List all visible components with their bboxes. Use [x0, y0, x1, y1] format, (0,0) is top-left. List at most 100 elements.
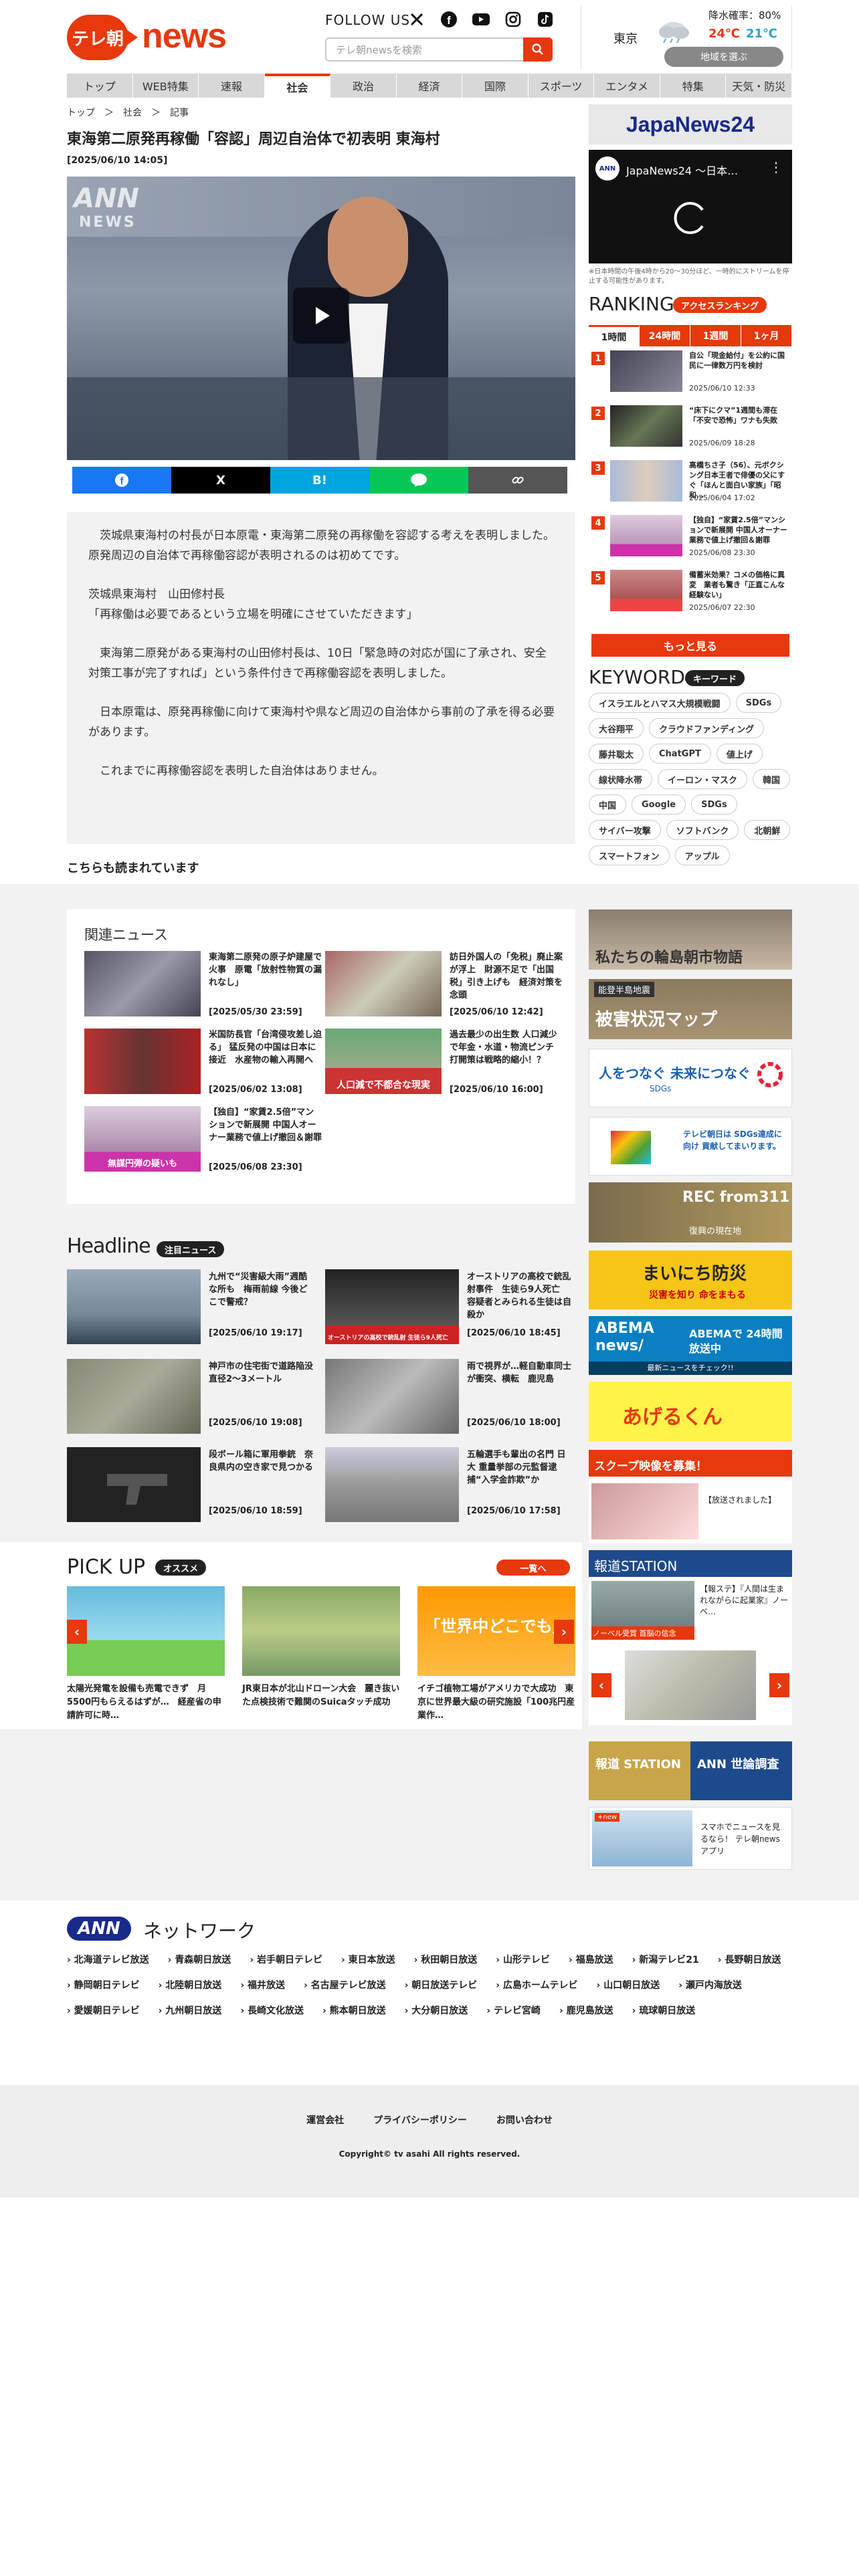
network-station-link[interactable]: 北海道テレビ放送: [67, 1953, 149, 1966]
nav-item-0[interactable]: トップ: [67, 74, 133, 98]
keyword-chip[interactable]: ChatGPT: [649, 744, 711, 764]
poll-banner[interactable]: 報道 STATION ANN 世論調査: [589, 1741, 792, 1800]
related-item[interactable]: 米国防長官「台湾侵攻差し迫る」 猛反発の中国は日本に接近 水産物の輸入再開へ [2…: [84, 1029, 325, 1098]
network-station-link[interactable]: 朝日放送テレビ: [405, 1978, 477, 1992]
keyword-chip[interactable]: イーロン・マスク: [658, 769, 748, 789]
related-item[interactable]: 東海第二原発の原子炉建屋で火事 原電「放射性物質の漏れなし」 [2025/05/3…: [84, 951, 325, 1021]
wajima-banner[interactable]: 私たちの輪島朝市物語: [589, 909, 792, 970]
video-player[interactable]: ANN NEWS: [67, 177, 575, 460]
network-station-link[interactable]: テレビ宮崎: [486, 2004, 541, 2017]
pickup-more-button[interactable]: 一覧へ: [496, 1560, 570, 1576]
keyword-chip[interactable]: ソフトバンク: [666, 820, 739, 840]
network-station-link[interactable]: 鹿児島放送: [559, 2004, 613, 2017]
hodo-prev-button[interactable]: ‹: [591, 1673, 611, 1697]
x-share-button[interactable]: X: [171, 467, 270, 494]
keyword-chip[interactable]: 中国: [589, 794, 627, 815]
tab-1month[interactable]: 1ヶ月: [741, 325, 792, 346]
ranking-item[interactable]: 3 高橋ちさ子（56）、元ボクシング日本王者で俳優の父にすぐ「ほんと面白い家族」「…: [589, 457, 792, 507]
play-button[interactable]: [293, 288, 349, 344]
keyword-chip[interactable]: SDGs: [691, 794, 737, 815]
nav-item-2[interactable]: 速報: [199, 74, 265, 98]
site-logo[interactable]: テレ朝 news: [67, 12, 227, 63]
hodo-next-button[interactable]: ›: [769, 1673, 789, 1697]
pickup-item[interactable]: 「世界中どこでも」 イチゴ植物工場がアメリカで大成功 東京に世界最大級の研究施設「…: [417, 1586, 575, 1721]
headline-item[interactable]: 五輪選手も輩出の名門 日大 重量挙部の元監督逮捕“入学金詐欺”か [2025/06…: [325, 1447, 574, 1525]
nav-item-3[interactable]: 社会: [264, 74, 331, 98]
ranking-item[interactable]: 2 “床下にクマ”1週間も滞在「不安で恐怖」ワナも失敗 2025/06/09 18:…: [589, 403, 792, 452]
keyword-chip[interactable]: SDGs: [735, 693, 782, 713]
network-station-link[interactable]: 琉球朝日放送: [632, 2004, 695, 2017]
footer-link-company[interactable]: 運営会社: [306, 2113, 344, 2127]
more-vert-icon[interactable]: ⋮: [769, 159, 783, 175]
network-station-link[interactable]: 山口朝日放送: [597, 1978, 660, 1992]
related-item[interactable]: 人口減で不都合な現実 過去最少の出生数 人口減少で年金・水道・物流ピンチ 打開策は…: [325, 1029, 566, 1098]
pickup-next-button[interactable]: ›: [554, 1620, 574, 1644]
network-station-link[interactable]: 青森朝日放送: [168, 1953, 231, 1966]
hatena-share-button[interactable]: B!: [270, 467, 369, 494]
keyword-chip[interactable]: クラウドファンディング: [649, 718, 765, 738]
ranking-item[interactable]: 5 備蓄米効果？コメの価格に異変 業者も驚き「正直こんな経験ない」 2025/06/…: [589, 567, 792, 617]
bousai-banner[interactable]: まいにち防災 災害を知り 命をまもる: [589, 1251, 792, 1309]
noto-damage-map-banner[interactable]: 能登半島地震 被害状況マップ: [589, 979, 792, 1039]
sdgs-banner[interactable]: 人をつなぐ 未来につなぐ SDGs: [589, 1049, 792, 1107]
footer-link-contact[interactable]: お問い合わせ: [496, 2113, 553, 2127]
pickup-prev-button[interactable]: ‹: [67, 1620, 87, 1644]
nav-item-9[interactable]: 特集: [660, 74, 727, 98]
nav-item-4[interactable]: 政治: [330, 74, 397, 98]
tiktok-icon[interactable]: [535, 9, 555, 29]
network-station-link[interactable]: 東日本放送: [341, 1953, 395, 1966]
nav-item-5[interactable]: 経済: [397, 74, 463, 98]
nav-item-8[interactable]: エンタメ: [594, 74, 660, 98]
tab-1hour[interactable]: 1時間: [589, 325, 640, 346]
search-button[interactable]: [523, 37, 553, 62]
tab-24hours[interactable]: 24時間: [640, 325, 690, 346]
network-station-link[interactable]: 長崎文化放送: [240, 2004, 304, 2017]
search-input[interactable]: テレ朝newsを検索: [325, 37, 553, 62]
rec-from311-banner[interactable]: REC from311 復興の現在地: [589, 1182, 792, 1243]
network-station-link[interactable]: 静岡朝日テレビ: [67, 1978, 140, 1992]
keyword-chip[interactable]: 北朝鮮: [744, 820, 791, 840]
network-station-link[interactable]: 長野朝日放送: [718, 1953, 781, 1966]
nav-item-7[interactable]: スポーツ: [529, 74, 595, 98]
keyword-chip[interactable]: アップル: [674, 845, 730, 865]
keyword-chip[interactable]: サイバー攻撃: [589, 820, 661, 840]
nav-item-10[interactable]: 天気・防災: [726, 74, 793, 98]
tab-1week[interactable]: 1週間: [690, 325, 741, 346]
youtube-icon[interactable]: [471, 9, 491, 29]
related-item[interactable]: 無謀円弾の疑いも 【独自】“家賃2.5倍”マンションで新展開 中国人オーナー業務で…: [84, 1106, 325, 1176]
headline-item[interactable]: 九州で“災害級大雨”週酷な所も 梅雨前線 今後どこで警戒？ [2025/06/10…: [67, 1269, 316, 1347]
sdgs-tvasahi-banner[interactable]: テレビ朝日は SDGs達成に向け 貢献してまいります。: [589, 1117, 792, 1176]
network-station-link[interactable]: 北陸朝日放送: [159, 1978, 221, 1992]
network-station-link[interactable]: 新潟テレビ21: [632, 1953, 698, 1966]
ageru-banner[interactable]: あげるくん: [589, 1382, 792, 1442]
network-station-link[interactable]: 熊本朝日放送: [322, 2004, 386, 2017]
headline-item[interactable]: 神戸市の住宅街で道路陥没 直径2〜3メートル [2025/06/10 19:08]: [67, 1359, 322, 1436]
x-icon[interactable]: [407, 9, 427, 29]
network-station-link[interactable]: 名古屋テレビ放送: [304, 1978, 386, 1992]
network-station-link[interactable]: 山形テレビ: [496, 1953, 550, 1966]
network-station-link[interactable]: 九州朝日放送: [159, 2004, 221, 2017]
keyword-chip[interactable]: 大谷翔平: [589, 718, 644, 738]
keyword-chip[interactable]: スマートフォン: [589, 845, 670, 865]
headline-item[interactable]: 段ボール箱に軍用拳銃 奈良県内の空き家で見つかる [2025/06/10 18:5…: [67, 1447, 316, 1525]
network-station-link[interactable]: 岩手朝日テレビ: [250, 1953, 322, 1966]
network-station-link[interactable]: 広島ホームテレビ: [496, 1978, 578, 1992]
select-area-button[interactable]: 地域を選ぶ: [664, 47, 783, 67]
pickup-item[interactable]: JR東日本が北山ドローン大会 麗き抜いた点検技術で難関のSuicaタッチ成功: [242, 1586, 400, 1720]
nav-item-6[interactable]: 国際: [462, 74, 529, 98]
ranking-item[interactable]: 4 【独自】“家賃2.5倍”マンションで新展開 中国人オーナー業務で値上げ撤回＆謝…: [589, 512, 792, 562]
app-banner[interactable]: +new スマホでニュースを見るなら！ テレ朝newsアプリ: [589, 1807, 792, 1870]
keyword-chip[interactable]: 韓国: [753, 769, 791, 789]
breadcrumb[interactable]: トップ ＞ 社会 ＞ 記事: [67, 106, 189, 119]
ranking-more-button[interactable]: もっと見る: [591, 634, 789, 657]
hodo-station-carousel[interactable]: 報道STATION ノーベル受賞 首脳の信念 【報ステ】『人間は生まれながらに起…: [589, 1550, 792, 1725]
keyword-chip[interactable]: 藤井聡太: [589, 744, 644, 764]
network-station-link[interactable]: 愛媛朝日テレビ: [67, 2004, 140, 2017]
scoop-banner[interactable]: スクープ映像を募集！ 【放送されました】: [589, 1450, 792, 1543]
facebook-icon[interactable]: f: [439, 9, 459, 29]
copy-link-button[interactable]: [468, 467, 567, 494]
ranking-item[interactable]: 1 自公「現金給付」を公約に国民に一律数万円を検討 2025/06/10 12:33: [589, 348, 792, 397]
nav-item-1[interactable]: WEB特集: [133, 74, 199, 98]
network-station-link[interactable]: 福島放送: [569, 1953, 613, 1966]
instagram-icon[interactable]: [503, 9, 523, 29]
